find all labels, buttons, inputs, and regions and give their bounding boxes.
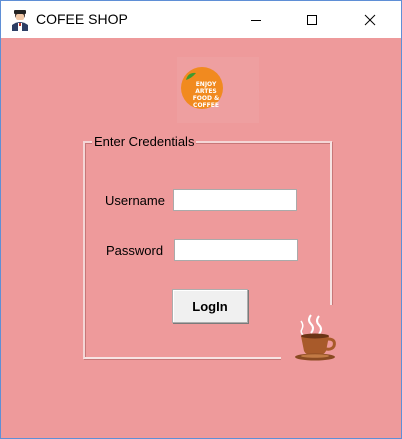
- minimize-button[interactable]: [233, 1, 279, 38]
- title-bar[interactable]: COFEE SHOP: [1, 1, 401, 38]
- logo-line: COFFEE: [193, 102, 219, 109]
- close-icon: [364, 14, 376, 25]
- window-title: COFEE SHOP: [36, 11, 128, 27]
- logo-text: ENJOY ARTES FOOD & COFFEE: [191, 81, 221, 109]
- maximize-button[interactable]: [289, 1, 335, 38]
- username-label: Username: [105, 193, 165, 208]
- password-field[interactable]: [174, 239, 298, 261]
- password-label: Password: [106, 243, 164, 258]
- credentials-group-label: Enter Credentials: [92, 134, 197, 149]
- username-field[interactable]: [173, 189, 297, 211]
- logo-line: FOOD &: [192, 95, 220, 102]
- leaf-icon: [186, 72, 196, 80]
- logo-line: ARTES: [195, 88, 217, 95]
- coffee-cup-icon: [295, 314, 336, 361]
- maximize-icon: [307, 14, 317, 25]
- login-button[interactable]: LogIn: [172, 289, 248, 323]
- logo-line: ENJOY: [195, 81, 217, 88]
- minimize-icon: [251, 19, 261, 21]
- logo-badge: ENJOY ARTES FOOD & COFFEE: [181, 67, 223, 109]
- app-window: COFEE SHOP ENJOY ARTES FOOD & COFFEE Ent…: [0, 0, 402, 439]
- shop-logo: ENJOY ARTES FOOD & COFFEE: [177, 57, 259, 123]
- coffee-image: [281, 305, 343, 367]
- barista-icon: [12, 10, 28, 31]
- close-button[interactable]: [347, 1, 393, 38]
